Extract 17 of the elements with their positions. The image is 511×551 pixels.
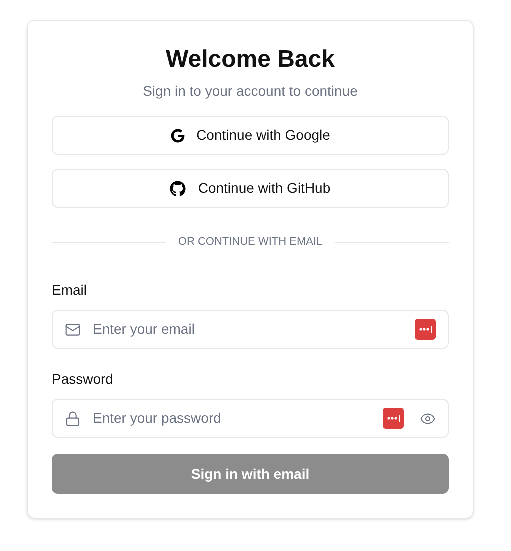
social-login-button[interactable]: Continue with Google xyxy=(52,116,449,155)
card-subtitle: Sign in to your account to continue xyxy=(142,82,359,101)
password-manager-icon[interactable] xyxy=(383,408,404,429)
password-manager-icon[interactable] xyxy=(415,319,436,340)
password-field[interactable]: Enter your password xyxy=(52,399,449,438)
card-title: Welcome Back xyxy=(165,45,336,75)
mail-icon xyxy=(65,322,81,338)
divider-text: OR CONTINUE WITH EMAIL xyxy=(178,235,323,250)
field-label: Password xyxy=(52,370,114,389)
field-label: Email xyxy=(52,281,88,300)
email-input[interactable]: Enter your email xyxy=(93,319,403,340)
google-icon xyxy=(170,128,185,142)
email-field[interactable]: Enter your email xyxy=(52,310,449,349)
social-login-button[interactable]: Continue with GitHub xyxy=(52,169,449,208)
github-icon xyxy=(170,180,186,196)
lock-icon xyxy=(65,410,81,426)
password-input[interactable]: Enter your password xyxy=(93,408,371,429)
